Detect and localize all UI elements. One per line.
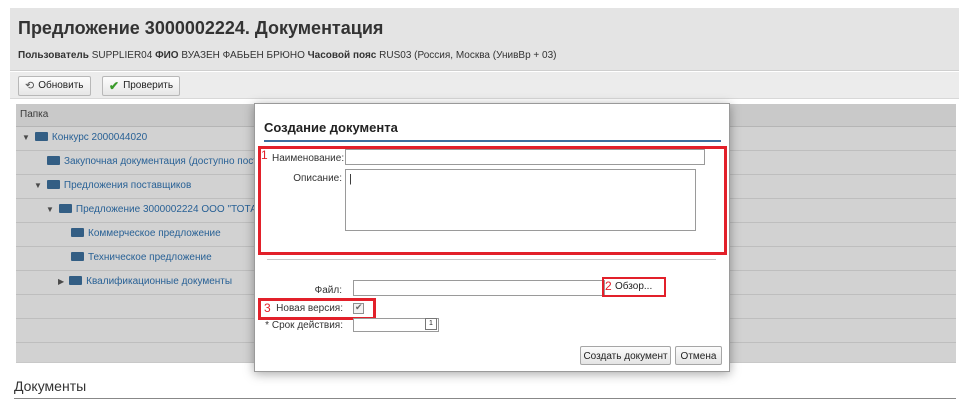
description-label: Описание: bbox=[293, 173, 342, 184]
timezone-value: RUS03 (Россия, Москва (УнивВр + 03) bbox=[379, 50, 557, 61]
fio-value: ВУАЗЕН ФАБЬЕН БРЮНО bbox=[181, 50, 305, 61]
refresh-icon: ⟲ bbox=[25, 80, 35, 92]
user-info-line: Пользователь SUPPLIER04 ФИО ВУАЗЕН ФАБЬЕ… bbox=[18, 50, 557, 61]
create-document-button[interactable]: Создать документ bbox=[580, 346, 671, 365]
fio-label: ФИО bbox=[155, 50, 179, 61]
create-document-dialog: Создание документа 1 Наименование: Описа… bbox=[254, 103, 730, 372]
highlight-marker-1: 1 bbox=[261, 148, 268, 162]
dialog-title: Создание документа bbox=[264, 120, 398, 135]
page-title: Предложение 3000002224. Документация bbox=[18, 18, 384, 38]
user-value: SUPPLIER04 bbox=[91, 50, 153, 61]
page: Предложение 3000002224. Документация Пол… bbox=[0, 0, 959, 406]
user-label: Пользователь bbox=[18, 50, 89, 61]
calendar-icon[interactable]: 1 bbox=[425, 318, 437, 330]
browse-button[interactable]: Обзор... bbox=[615, 281, 652, 292]
file-input[interactable] bbox=[353, 280, 605, 296]
documents-divider bbox=[14, 398, 956, 399]
dialog-separator bbox=[267, 259, 716, 260]
file-label: Файл: bbox=[314, 285, 342, 296]
name-input[interactable] bbox=[345, 149, 705, 165]
check-button[interactable]: ✔ Проверить bbox=[102, 76, 181, 96]
cancel-button[interactable]: Отмена bbox=[675, 346, 722, 365]
name-label: Наименование: bbox=[272, 153, 345, 164]
checkmark-icon: ✔ bbox=[355, 302, 363, 312]
dialog-title-underline bbox=[264, 140, 721, 142]
highlight-marker-3: 3 bbox=[264, 301, 271, 315]
checkmark-icon: ✔ bbox=[109, 79, 120, 93]
timezone-label: Часовой пояс bbox=[307, 50, 377, 61]
check-button-label: Проверить bbox=[123, 80, 174, 91]
highlight-marker-2: 2 bbox=[605, 279, 612, 293]
validity-label: * Срок действия: bbox=[265, 320, 343, 331]
refresh-button-label: Обновить bbox=[38, 80, 84, 91]
new-version-label: Новая версия: bbox=[276, 303, 343, 314]
refresh-button[interactable]: ⟲ Обновить bbox=[18, 76, 91, 96]
documents-section-title: Документы bbox=[14, 378, 87, 394]
page-header: Предложение 3000002224. Документация Пол… bbox=[10, 8, 959, 71]
toolbar: ⟲ Обновить ✔ Проверить bbox=[10, 72, 959, 99]
new-version-checkbox[interactable]: ✔ bbox=[353, 302, 364, 314]
description-textarea[interactable]: | bbox=[345, 169, 696, 231]
